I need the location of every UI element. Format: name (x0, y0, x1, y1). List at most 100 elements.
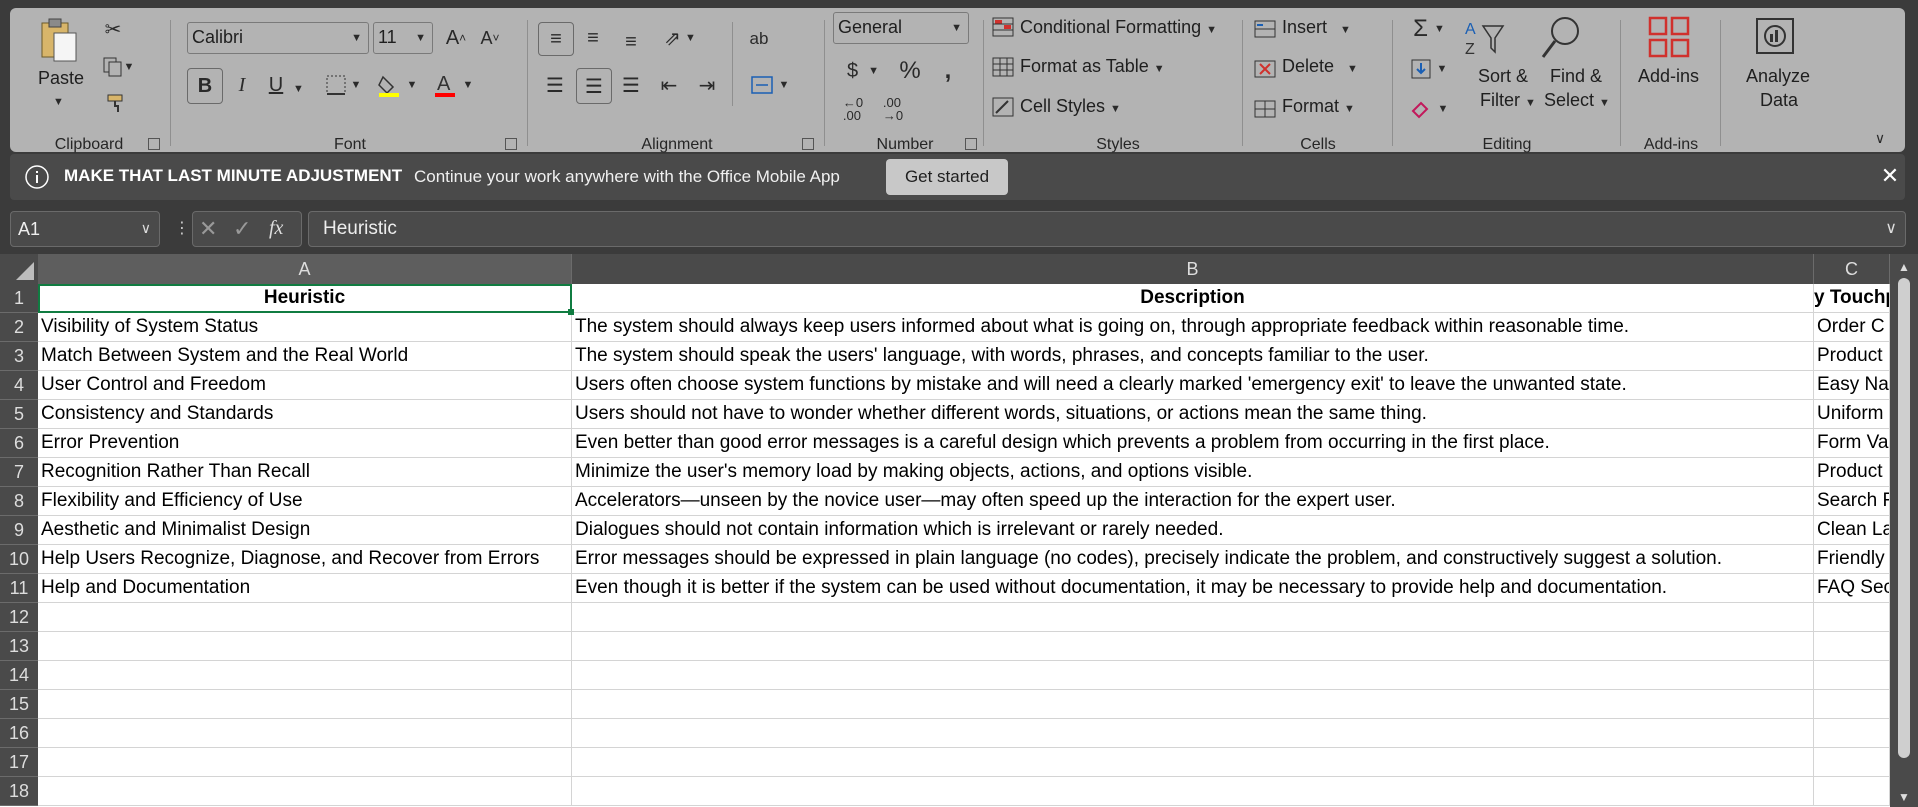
column-header-b[interactable]: B (572, 254, 1814, 284)
font-name-select[interactable]: Calibri ▼ (187, 22, 369, 54)
merge-center-icon[interactable]: ▼ (740, 68, 800, 102)
cell-b[interactable]: Minimize the user's memory load by makin… (572, 458, 1814, 487)
borders-icon[interactable]: ▼ (323, 70, 363, 100)
align-middle-icon[interactable]: ≡ (576, 22, 610, 54)
select-all-button[interactable] (0, 254, 38, 284)
cell-styles-button[interactable]: Cell Styles ▼ (1020, 96, 1121, 117)
insert-cells-icon[interactable] (1252, 16, 1278, 42)
row-header[interactable]: 8 (0, 487, 38, 516)
row-header[interactable]: 17 (0, 748, 38, 777)
cell-c[interactable] (1814, 632, 1890, 661)
scrollbar-thumb[interactable] (1898, 278, 1910, 758)
cell-a[interactable] (38, 748, 572, 777)
fill-icon[interactable]: ▼ (1406, 54, 1452, 84)
cancel-icon[interactable]: ✕ (199, 216, 217, 242)
conditional-formatting-icon[interactable] (990, 14, 1016, 40)
increase-decimal-icon[interactable]: ←0.00 (835, 94, 871, 124)
cell-c[interactable] (1814, 777, 1890, 806)
cell-c[interactable]: Order C (1814, 313, 1890, 342)
row-header[interactable]: 3 (0, 342, 38, 371)
cell-b[interactable] (572, 632, 1814, 661)
cell-c[interactable]: Product (1814, 458, 1890, 487)
cell-c[interactable]: Product (1814, 342, 1890, 371)
align-bottom-icon[interactable]: ≡ (614, 26, 648, 58)
number-format-select[interactable]: General ▼ (833, 12, 969, 44)
row-header[interactable]: 1 (0, 284, 38, 313)
close-icon[interactable]: ✕ (1878, 164, 1902, 188)
cell-a[interactable]: Help Users Recognize, Diagnose, and Reco… (38, 545, 572, 574)
cell-a[interactable]: Help and Documentation (38, 574, 572, 603)
alignment-launcher-icon[interactable] (802, 138, 814, 150)
insert-button[interactable]: Insert ▼ (1282, 17, 1351, 38)
scroll-up-icon[interactable]: ▲ (1898, 260, 1910, 274)
cell-a[interactable]: Aesthetic and Minimalist Design (38, 516, 572, 545)
cell-b[interactable]: The system should speak the users' langu… (572, 342, 1814, 371)
row-header[interactable]: 10 (0, 545, 38, 574)
autosum-icon[interactable]: Σ ▼ (1406, 14, 1452, 44)
cell-styles-icon[interactable] (990, 94, 1016, 120)
cell-c[interactable]: Clean La (1814, 516, 1890, 545)
cell-b[interactable]: Description (572, 284, 1814, 313)
cell-a[interactable]: Error Prevention (38, 429, 572, 458)
cell-c[interactable]: FAQ Sec (1814, 574, 1890, 603)
cell-a[interactable] (38, 719, 572, 748)
expand-formula-chevron-icon[interactable]: ∨ (1885, 218, 1897, 238)
row-header[interactable]: 7 (0, 458, 38, 487)
align-right-icon[interactable]: ☰ (614, 68, 648, 102)
cell-b[interactable]: Error messages should be expressed in pl… (572, 545, 1814, 574)
enter-icon[interactable]: ✓ (233, 216, 251, 242)
row-header[interactable]: 6 (0, 429, 38, 458)
paste-dropdown-chevron-icon[interactable]: ▼ (53, 96, 64, 108)
cell-a[interactable]: Visibility of System Status (38, 313, 572, 342)
cell-b[interactable]: Even though it is better if the system c… (572, 574, 1814, 603)
cell-c[interactable]: y Touchp (1814, 284, 1890, 313)
cell-b[interactable]: Even better than good error messages is … (572, 429, 1814, 458)
underline-chevron-icon[interactable]: ▼ (293, 83, 304, 95)
cell-a[interactable] (38, 777, 572, 806)
row-header[interactable]: 9 (0, 516, 38, 545)
font-size-select[interactable]: 11 ▼ (373, 22, 433, 54)
increase-indent-icon[interactable]: ⇥ (690, 68, 724, 102)
cell-c[interactable]: Form Va (1814, 429, 1890, 458)
cell-b[interactable] (572, 777, 1814, 806)
row-header[interactable]: 18 (0, 777, 38, 806)
cell-b[interactable]: Users often choose system functions by m… (572, 371, 1814, 400)
insert-function-icon[interactable]: fx (269, 217, 283, 240)
cell-c[interactable]: Uniform (1814, 400, 1890, 429)
orientation-icon[interactable]: ⇗ ▼ (656, 22, 704, 54)
row-header[interactable]: 5 (0, 400, 38, 429)
cell-a[interactable]: Match Between System and the Real World (38, 342, 572, 371)
cell-b[interactable] (572, 748, 1814, 777)
comma-style-icon[interactable]: , (933, 54, 963, 88)
format-painter-icon[interactable] (104, 90, 130, 116)
cell-a[interactable] (38, 603, 572, 632)
row-header[interactable]: 15 (0, 690, 38, 719)
paste-button[interactable]: Paste (38, 68, 84, 89)
clear-icon[interactable]: ▼ (1406, 94, 1452, 124)
delete-cells-icon[interactable] (1252, 56, 1278, 82)
increase-font-size-icon[interactable]: A ˄ (441, 24, 471, 52)
name-box[interactable]: A1 ∨ (10, 211, 160, 247)
cell-a[interactable]: Flexibility and Efficiency of Use (38, 487, 572, 516)
addins-button[interactable]: Add-ins (1638, 66, 1699, 87)
cell-c[interactable] (1814, 748, 1890, 777)
more-options-icon[interactable]: ⋮ (174, 218, 190, 238)
cell-b[interactable] (572, 690, 1814, 719)
find-select-icon[interactable] (1538, 14, 1584, 62)
formula-input[interactable]: Heuristic ∨ (308, 211, 1906, 247)
cell-a[interactable] (38, 632, 572, 661)
row-header[interactable]: 13 (0, 632, 38, 661)
cell-a[interactable]: User Control and Freedom (38, 371, 572, 400)
cell-c[interactable] (1814, 690, 1890, 719)
decrease-font-size-icon[interactable]: A ˅ (475, 24, 505, 52)
cell-a[interactable] (38, 690, 572, 719)
conditional-formatting-button[interactable]: Conditional Formatting ▼ (1020, 17, 1217, 38)
cell-c[interactable] (1814, 603, 1890, 632)
align-top-icon[interactable]: ≡ (538, 22, 574, 56)
bold-button[interactable]: B (187, 68, 223, 104)
sort-filter-button[interactable]: Filter ▼ (1480, 90, 1536, 111)
format-button[interactable]: Format ▼ (1282, 96, 1355, 117)
decrease-indent-icon[interactable]: ⇤ (652, 68, 686, 102)
cell-b[interactable] (572, 661, 1814, 690)
cell-b[interactable] (572, 719, 1814, 748)
